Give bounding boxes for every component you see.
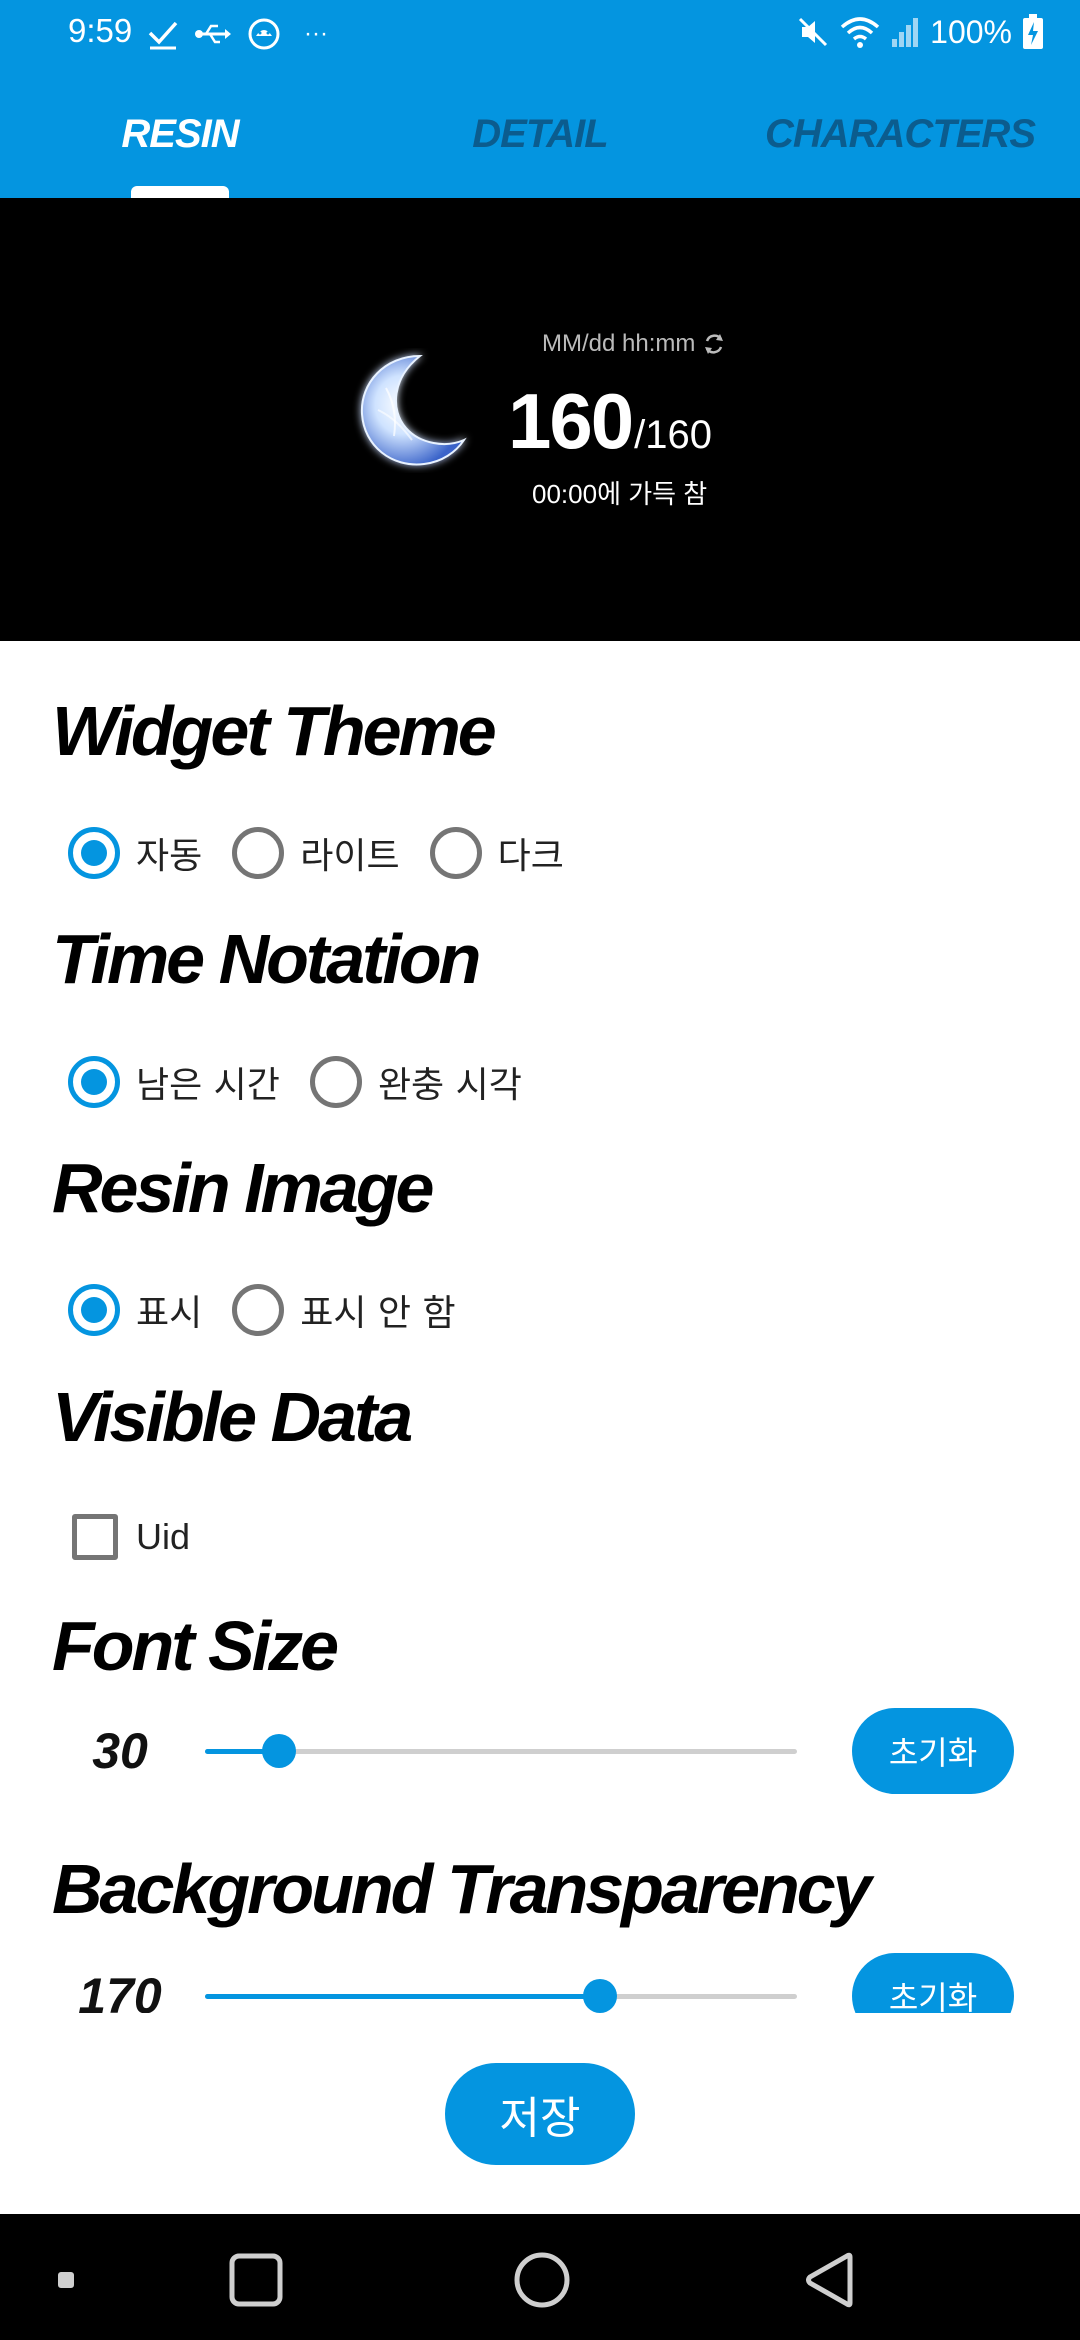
preview-full-time: 00:00에 가득 참 — [532, 479, 708, 509]
time-option-remaining[interactable]: 남은 시간 — [68, 1056, 280, 1108]
theme-option-light-label: 라이트 — [300, 836, 400, 877]
widget-preview: MM/dd hh:mm 160 /160 00:00에 가득 참 — [0, 198, 1080, 641]
font-size-reset-button[interactable]: 초기화 — [852, 1708, 1014, 1794]
radio-unchecked[interactable] — [309, 1056, 362, 1108]
widget-theme-radio-group: 자동 라이트 다크 — [68, 825, 594, 881]
tab-characters[interactable]: CHARACTERS — [720, 96, 1080, 198]
tab-bar: RESIN DETAIL CHARACTERS — [0, 96, 1080, 198]
status-time: 9:59 — [68, 12, 133, 49]
nav-back-button[interactable] — [800, 2250, 860, 2310]
square-icon — [229, 2253, 283, 2307]
wifi-icon — [840, 17, 880, 48]
nav-menu-dot[interactable] — [36, 2250, 96, 2310]
save-button[interactable]: 저장 — [445, 2063, 635, 2165]
system-nav-bar — [0, 2214, 1080, 2340]
signal-icon — [892, 18, 919, 47]
time-notation-title: Time Notation — [52, 920, 481, 998]
status-notification-icons: ··· — [146, 14, 328, 54]
dot-icon — [58, 2272, 74, 2288]
battery-percent: 100% — [930, 13, 1012, 50]
image-option-show-label: 표시 — [136, 1293, 203, 1334]
preview-date-format: MM/dd hh:mm — [542, 330, 727, 358]
time-option-full-time[interactable]: 완충 시각 — [309, 1056, 522, 1108]
image-option-hide-label: 표시 안 함 — [300, 1293, 456, 1334]
time-option-remaining-label: 남은 시간 — [136, 1065, 280, 1106]
slider-fill — [205, 1994, 600, 1999]
status-system-icons: 100% — [796, 12, 1044, 52]
font-size-row: 30 초기화 — [0, 1706, 1080, 1796]
preview-resin-max: /160 — [634, 413, 712, 457]
uid-checkbox[interactable] — [72, 1514, 118, 1560]
tab-characters-label: CHARACTERS — [765, 112, 1036, 156]
uid-checkbox-row[interactable]: Uid — [72, 1512, 190, 1562]
image-option-show[interactable]: 표시 — [68, 1284, 202, 1336]
theme-option-light[interactable]: 라이트 — [232, 827, 400, 879]
resin-moon-icon — [360, 354, 467, 466]
radio-checked[interactable] — [68, 827, 120, 879]
font-size-title: Font Size — [52, 1607, 339, 1685]
resin-image-radio-group: 표시 표시 안 함 — [68, 1282, 486, 1338]
radio-unchecked[interactable] — [429, 827, 482, 879]
mute-icon — [799, 17, 828, 47]
back-triangle-icon — [806, 2252, 853, 2308]
background-transparency-reset-button[interactable]: 초기화 — [852, 1953, 1014, 2013]
image-option-hide[interactable]: 표시 안 함 — [232, 1284, 456, 1336]
usb-icon — [195, 24, 231, 44]
tab-resin[interactable]: RESIN — [0, 96, 360, 198]
nav-home-button[interactable] — [512, 2250, 572, 2310]
radio-unchecked[interactable] — [232, 1284, 285, 1336]
preview-date-text: MM/dd hh:mm — [542, 330, 696, 357]
font-size-value: 30 — [92, 1723, 148, 1779]
circle-icon — [514, 2252, 570, 2308]
theme-option-dark-label: 다크 — [497, 836, 564, 877]
uid-label: Uid — [136, 1516, 191, 1557]
radio-checked[interactable] — [68, 1284, 120, 1336]
slider-thumb[interactable] — [582, 1979, 617, 2013]
time-notation-radio-group: 남은 시간 완충 시각 — [68, 1054, 552, 1110]
check-icon — [148, 21, 178, 50]
settings-panel: Widget Theme 자동 라이트 다크 Time Notation 남은 … — [0, 641, 1080, 2013]
visible-data-title: Visible Data — [52, 1378, 413, 1456]
refresh-icon[interactable] — [701, 331, 727, 357]
tab-detail-label: DETAIL — [472, 112, 608, 156]
widget-theme-title: Widget Theme — [52, 692, 497, 770]
tab-active-indicator — [131, 186, 229, 198]
nav-recents-button[interactable] — [226, 2250, 286, 2310]
slider-thumb[interactable] — [262, 1734, 296, 1768]
android-debug-icon — [248, 18, 280, 50]
preview-resin-count: 160 /160 — [508, 376, 712, 467]
tab-detail[interactable]: DETAIL — [360, 96, 720, 198]
app-header: 9:59 ··· 100% RESIN DETAIL CHARACTERS — [0, 0, 1080, 198]
overflow-dots: ··· — [304, 20, 328, 47]
background-transparency-row: 170 초기화 — [0, 1951, 1080, 2013]
radio-unchecked[interactable] — [232, 827, 285, 879]
battery-charging-icon — [1023, 14, 1043, 49]
background-transparency-value: 170 — [78, 1968, 162, 2013]
theme-option-auto-label: 자동 — [136, 836, 203, 877]
theme-option-dark[interactable]: 다크 — [429, 827, 564, 879]
status-bar: 9:59 ··· 100% — [0, 0, 1080, 66]
background-transparency-title: Background Transparency — [52, 1850, 872, 1928]
theme-option-auto[interactable]: 자동 — [68, 827, 202, 879]
time-option-full-time-label: 완충 시각 — [377, 1065, 522, 1106]
radio-checked[interactable] — [68, 1056, 120, 1108]
font-size-slider[interactable] — [205, 1734, 797, 1768]
background-transparency-slider[interactable] — [205, 1979, 797, 2013]
preview-resin-current: 160 — [508, 377, 634, 465]
resin-image-title: Resin Image — [52, 1149, 434, 1227]
